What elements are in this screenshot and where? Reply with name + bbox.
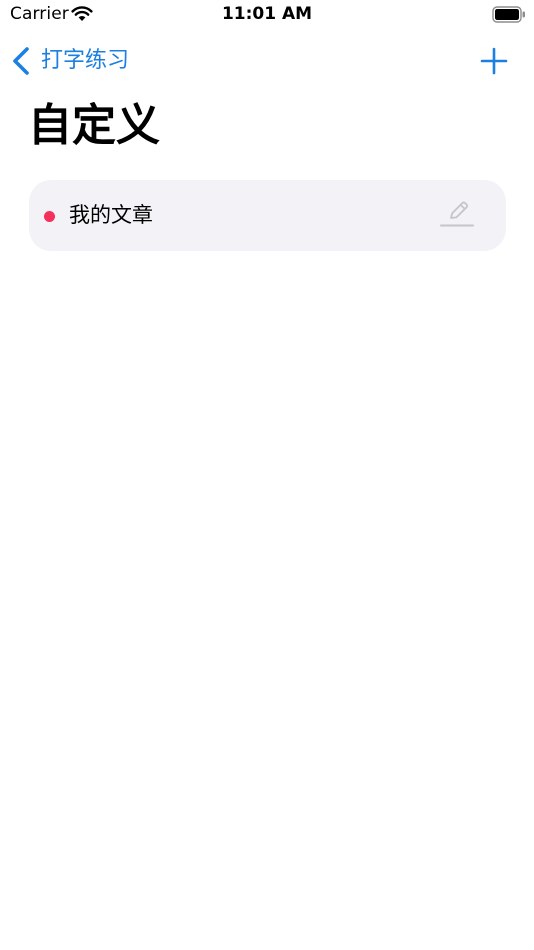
list-item-title: 我的文章 <box>69 203 153 227</box>
plus-icon <box>480 47 508 75</box>
edit-button[interactable] <box>439 195 475 231</box>
back-button-label: 打字练习 <box>41 48 130 73</box>
status-time: 11:01 AM <box>221 4 313 24</box>
chevron-left-icon <box>13 47 29 75</box>
battery-icon <box>492 6 525 23</box>
pencil-icon <box>440 201 474 227</box>
list-item[interactable]: 我的文章 <box>29 180 506 251</box>
add-button[interactable] <box>477 44 511 78</box>
status-bar: Carrier 11:01 AM <box>0 0 534 30</box>
back-button[interactable]: 打字练习 <box>10 42 129 80</box>
page-title: 自定义 <box>28 100 160 151</box>
screen: Carrier 11:01 AM 打字练习 自定义 我的文章 <box>0 0 534 950</box>
status-dot <box>44 211 55 222</box>
